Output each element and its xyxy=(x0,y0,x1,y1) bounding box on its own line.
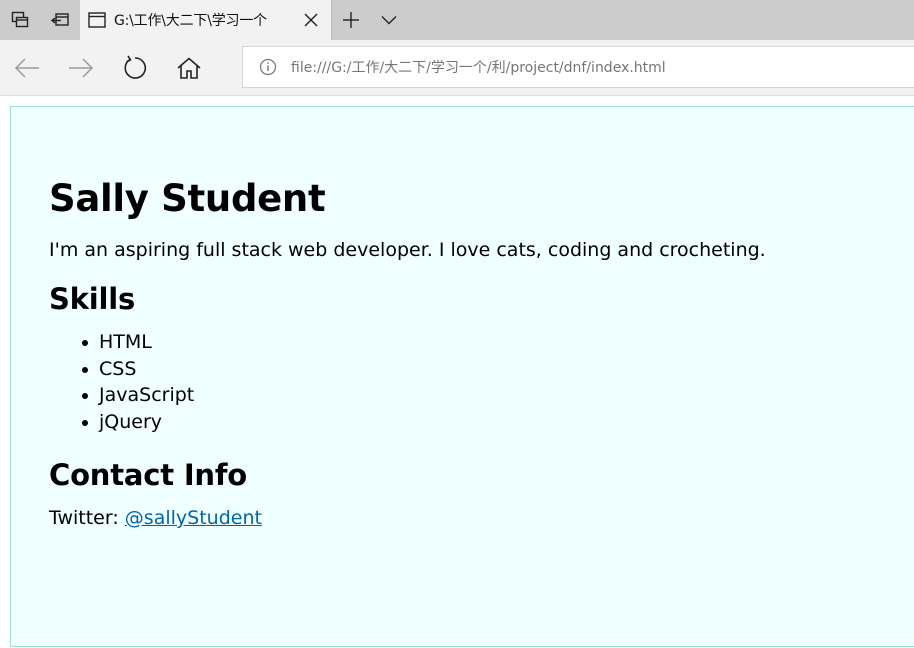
close-icon xyxy=(304,13,318,27)
tab-close-button[interactable] xyxy=(301,10,321,30)
contact-line: Twitter: @sallyStudent xyxy=(49,505,914,531)
page-title: Sally Student xyxy=(49,177,326,220)
refresh-icon xyxy=(124,55,147,79)
chevron-down-icon xyxy=(381,16,397,25)
skills-heading: Skills xyxy=(49,282,136,316)
twitter-link[interactable]: @sallyStudent xyxy=(125,507,262,529)
plus-icon xyxy=(343,12,359,28)
back-arrow-icon xyxy=(14,57,39,78)
bio-text: I'm an aspiring full stack web developer… xyxy=(49,239,766,261)
list-item: jQuery xyxy=(49,409,914,436)
home-button[interactable] xyxy=(162,44,216,92)
tab-list-button[interactable] xyxy=(370,0,408,40)
page-body: Sally Student I'm an aspiring full stack… xyxy=(10,106,914,647)
contact-heading: Contact Info xyxy=(49,458,248,492)
new-tab-button[interactable] xyxy=(332,0,370,40)
set-tabs-aside-button[interactable] xyxy=(40,0,80,40)
forward-arrow-icon xyxy=(69,57,94,78)
page-icon xyxy=(88,12,106,28)
back-button[interactable] xyxy=(0,44,54,92)
list-item: CSS xyxy=(49,356,914,383)
forward-button[interactable] xyxy=(54,44,108,92)
tab-active[interactable]: G:\工作\大二下\学习一个 xyxy=(80,0,332,40)
home-icon xyxy=(177,56,201,79)
tab-title: G:\工作\大二下\学习一个 xyxy=(114,13,267,29)
address-url: file:///G:/工作/大二下/学习一个/利/project/dnf/ind… xyxy=(291,60,666,76)
list-item: HTML xyxy=(49,329,914,356)
tab-preview-button[interactable] xyxy=(0,0,40,40)
address-bar[interactable]: file:///G:/工作/大二下/学习一个/利/project/dnf/ind… xyxy=(242,46,914,88)
set-tabs-aside-icon xyxy=(51,13,69,26)
page-viewport: Sally Student I'm an aspiring full stack… xyxy=(0,96,914,648)
refresh-button[interactable] xyxy=(108,44,162,92)
tab-strip: G:\工作\大二下\学习一个 xyxy=(0,0,914,40)
tab-preview-icon xyxy=(11,11,29,28)
list-item: JavaScript xyxy=(49,382,914,409)
skills-list: HTML CSS JavaScript jQuery xyxy=(49,329,914,435)
info-icon xyxy=(259,58,277,76)
navigation-bar: file:///G:/工作/大二下/学习一个/利/project/dnf/ind… xyxy=(0,40,914,96)
twitter-label: Twitter: xyxy=(49,507,125,529)
